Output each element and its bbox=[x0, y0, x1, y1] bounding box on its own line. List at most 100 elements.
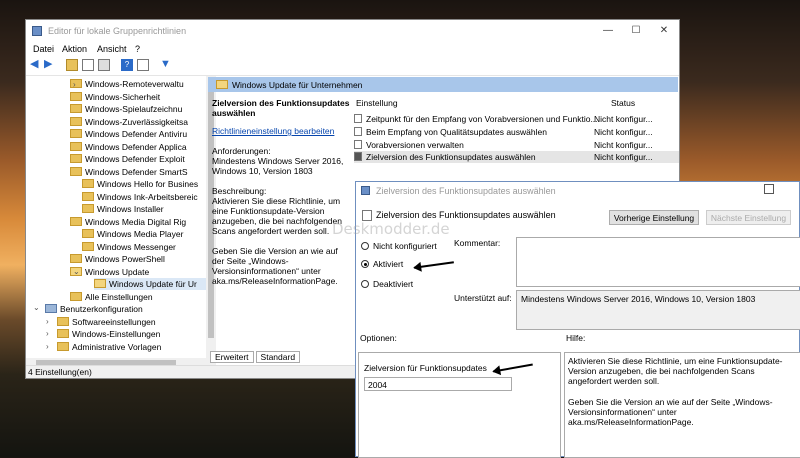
supported-on-field: Mindestens Windows Server 2016, Windows … bbox=[516, 290, 800, 330]
properties-icon[interactable] bbox=[137, 59, 149, 71]
chevron-right-icon[interactable]: › bbox=[73, 80, 76, 89]
tree-item[interactable]: Alle Einstellungen bbox=[70, 291, 153, 303]
tree-item[interactable]: Windows-Einstellungen bbox=[57, 328, 160, 340]
menu-help[interactable]: ? bbox=[135, 44, 140, 54]
policy-row-selected[interactable]: Zielversion des Funktionsupdates auswähl… bbox=[354, 151, 679, 163]
options-panel: Zielversion für Funktionsupdates 2004 bbox=[358, 352, 561, 458]
tree-item[interactable]: Windows Media Digital Rig bbox=[70, 216, 186, 228]
folder-icon bbox=[82, 242, 94, 251]
policy-icon bbox=[354, 127, 362, 136]
pane-header: Windows Update für Unternehmen bbox=[208, 77, 678, 92]
export-list-icon[interactable] bbox=[98, 59, 110, 71]
requirements-text: Mindestens Windows Server 2016, Windows … bbox=[212, 156, 344, 176]
help-panel: Aktivieren Sie diese Richtlinie, um eine… bbox=[564, 352, 800, 458]
menu-datei[interactable]: Datei bbox=[33, 44, 54, 54]
back-arrow-icon[interactable]: ◀ bbox=[30, 59, 42, 71]
filter-icon[interactable]: ▼ bbox=[160, 59, 172, 71]
chevron-right-icon[interactable]: › bbox=[46, 342, 49, 351]
chevron-down-icon[interactable]: ⌄ bbox=[73, 267, 80, 276]
tab-standard[interactable]: Standard bbox=[255, 351, 301, 363]
detail-panel: Zielversion des Funktionsupdates auswähl… bbox=[212, 98, 352, 286]
tree-item[interactable]: Windows Defender Exploit bbox=[70, 153, 185, 165]
policy-row[interactable]: Vorabversionen verwalten Nicht konfigur..… bbox=[354, 139, 679, 151]
description-label: Beschreibung: bbox=[212, 186, 267, 196]
tree-item[interactable]: Windows Update bbox=[70, 266, 149, 278]
previous-setting-button[interactable]: Vorherige Einstellung bbox=[609, 210, 699, 225]
column-header-setting[interactable]: Einstellung bbox=[356, 98, 398, 108]
user-config-icon bbox=[45, 304, 57, 313]
comment-input[interactable] bbox=[516, 237, 800, 287]
tree-item[interactable]: Windows Hello for Busines bbox=[82, 178, 198, 190]
radio-disabled[interactable]: Deaktiviert bbox=[361, 279, 413, 289]
radio-not-configured[interactable]: Nicht konfiguriert bbox=[361, 241, 437, 251]
detail-heading: Zielversion des Funktionsupdates auswähl… bbox=[212, 98, 350, 118]
tree-item[interactable]: Windows Installer bbox=[82, 203, 164, 215]
dialog-title-bar[interactable]: Zielversion des Funktionsupdates auswähl… bbox=[356, 182, 799, 198]
policy-tree: Windows-Remoteverwaltu Windows-Sicherhei… bbox=[26, 76, 206, 366]
radio-enabled[interactable]: Aktiviert bbox=[361, 259, 403, 269]
policy-row[interactable]: Beim Empfang von Qualitätsupdates auswäh… bbox=[354, 126, 679, 138]
tab-erweitert[interactable]: Erweitert bbox=[210, 351, 254, 363]
folder-icon bbox=[70, 92, 82, 101]
tree-item[interactable]: Windows Defender SmartS bbox=[70, 166, 188, 178]
tree-item[interactable]: Windows-Zuverlässigkeitsa bbox=[70, 116, 188, 128]
tree-item-selected[interactable]: Windows Update für Ur bbox=[94, 278, 206, 290]
edit-policy-link[interactable]: Richtlinieneinstellung bearbeiten bbox=[212, 126, 352, 136]
gpedit-app-icon bbox=[32, 26, 42, 36]
tree-item[interactable]: Windows PowerShell bbox=[70, 253, 165, 265]
next-setting-button[interactable]: Nächste Einstellung bbox=[706, 210, 791, 225]
policy-row[interactable]: Zeitpunkt für den Empfang von Vorabversi… bbox=[354, 113, 679, 125]
folder-icon bbox=[57, 329, 69, 338]
folder-open-icon bbox=[94, 279, 106, 288]
tree-item[interactable]: Benutzerkonfiguration bbox=[45, 303, 143, 315]
tree-item[interactable]: Windows Media Player bbox=[82, 228, 183, 240]
toolbar: ◀ ▶ ? ▼ bbox=[26, 57, 679, 76]
tree-item[interactable]: Softwareeinstellungen bbox=[57, 316, 156, 328]
tree-item[interactable]: Windows-Spielaufzeichnu bbox=[70, 103, 182, 115]
radio-button-checked-icon bbox=[361, 260, 369, 268]
help-label: Hilfe: bbox=[566, 333, 586, 343]
up-folder-icon[interactable] bbox=[66, 59, 78, 71]
tree-item[interactable]: Windows Messenger bbox=[82, 241, 176, 253]
view-tabs: Erweitert Standard bbox=[210, 351, 302, 363]
folder-icon bbox=[70, 167, 82, 176]
dialog-title: Zielversion des Funktionsupdates auswähl… bbox=[376, 186, 556, 196]
help-icon[interactable]: ? bbox=[121, 59, 133, 71]
chevron-down-icon[interactable]: ⌄ bbox=[33, 303, 40, 312]
description-text-2: Geben Sie die Version an wie auf der Sei… bbox=[212, 246, 338, 286]
help-text-2: Geben Sie die Version an wie auf der Sei… bbox=[568, 397, 773, 427]
supported-label: Unterstützt auf: bbox=[454, 293, 512, 303]
close-icon[interactable]: ✕ bbox=[651, 23, 677, 39]
tree-item[interactable]: Administrative Vorlagen bbox=[57, 341, 161, 353]
folder-icon bbox=[70, 79, 82, 88]
folder-icon bbox=[82, 192, 94, 201]
comment-label: Kommentar: bbox=[454, 238, 501, 248]
title-bar[interactable]: Editor für lokale Gruppenrichtlinien — ☐… bbox=[26, 20, 679, 42]
tree-item[interactable]: Windows Ink-Arbeitsbereic bbox=[82, 191, 198, 203]
target-version-input[interactable]: 2004 bbox=[364, 377, 512, 391]
tree-item[interactable]: Windows-Sicherheit bbox=[70, 91, 160, 103]
folder-icon bbox=[70, 117, 82, 126]
chevron-right-icon[interactable]: › bbox=[46, 329, 49, 338]
chevron-right-icon[interactable]: › bbox=[46, 317, 49, 326]
folder-icon bbox=[82, 229, 94, 238]
folder-icon bbox=[57, 342, 69, 351]
show-tree-icon[interactable] bbox=[82, 59, 94, 71]
tree-item[interactable]: Windows Defender Applica bbox=[70, 141, 187, 153]
policy-icon bbox=[354, 152, 362, 161]
forward-arrow-icon[interactable]: ▶ bbox=[44, 59, 56, 71]
menu-ansicht[interactable]: Ansicht bbox=[97, 44, 127, 54]
options-label: Optionen: bbox=[360, 333, 397, 343]
tree-item[interactable]: Windows Defender Antiviru bbox=[70, 128, 187, 140]
maximize-icon[interactable]: ☐ bbox=[623, 23, 649, 39]
maximize-icon[interactable] bbox=[764, 184, 774, 194]
folder-icon bbox=[82, 204, 94, 213]
radio-button-icon bbox=[361, 280, 369, 288]
help-text: Aktivieren Sie diese Richtlinie, um eine… bbox=[568, 356, 783, 386]
menu-aktion[interactable]: Aktion bbox=[62, 44, 87, 54]
status-text: 4 Einstellung(en) bbox=[28, 367, 92, 377]
folder-icon bbox=[70, 104, 82, 113]
tree-item[interactable]: Windows-Remoteverwaltu bbox=[70, 78, 184, 90]
column-header-status[interactable]: Status bbox=[611, 98, 635, 108]
minimize-icon[interactable]: — bbox=[595, 23, 621, 39]
